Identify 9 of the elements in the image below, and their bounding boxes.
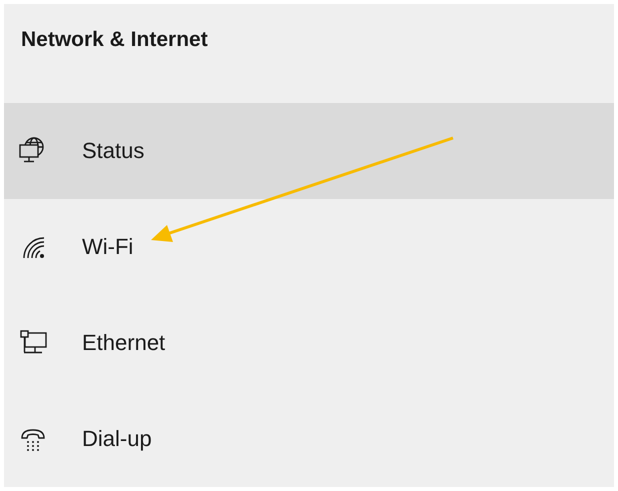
nav-item[interactable]: Wi-Fi — [4, 199, 614, 295]
nav-item[interactable]: Ethernet — [4, 295, 614, 391]
nav-label: Wi-Fi — [82, 234, 134, 260]
nav-label: Dial-up — [82, 426, 152, 452]
nav-item[interactable]: Status — [4, 103, 614, 199]
section-title: Network & Internet — [21, 28, 208, 52]
nav-item[interactable]: Dial-up — [4, 391, 614, 487]
nav-label: Status — [82, 138, 144, 164]
nav-label: Ethernet — [82, 330, 166, 356]
